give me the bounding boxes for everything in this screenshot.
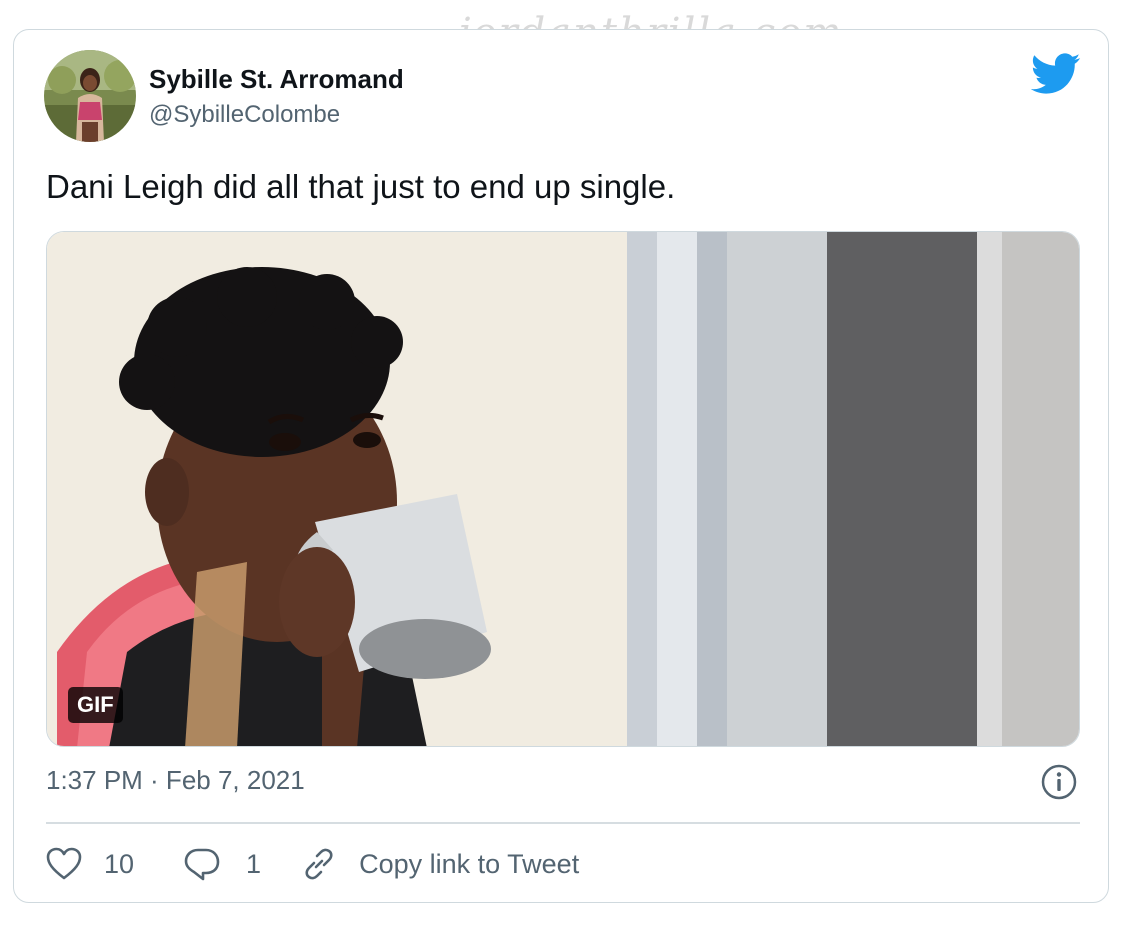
tweet-media-gif[interactable]: GIF — [46, 231, 1080, 747]
reply-button[interactable]: 1 — [184, 847, 261, 881]
info-icon[interactable] — [1040, 763, 1078, 801]
like-button[interactable]: 10 — [46, 847, 134, 881]
divider — [46, 822, 1080, 824]
copy-link-label: Copy link to Tweet — [359, 848, 580, 879]
reply-count: 1 — [246, 848, 262, 879]
gif-frame — [47, 232, 1079, 746]
avatar[interactable] — [44, 50, 136, 142]
link-icon — [305, 848, 333, 880]
twitter-bird-icon[interactable] — [1031, 53, 1081, 95]
copy-link-button[interactable]: Copy link to Tweet — [301, 846, 579, 882]
tweet-text: Dani Leigh did all that just to end up s… — [46, 168, 676, 205]
tweet-timestamp[interactable]: 1:37 PM · Feb 7, 2021 — [46, 765, 305, 796]
tweet-actions: 10 1 Copy link to Tweet — [46, 844, 579, 884]
gif-badge: GIF — [68, 687, 123, 723]
tweet-card: Sybille St. Arromand @SybilleColombe Dan… — [13, 29, 1109, 903]
author-handle[interactable]: @SybilleColombe — [149, 101, 340, 129]
author-name[interactable]: Sybille St. Arromand — [149, 64, 404, 95]
heart-icon — [46, 847, 82, 880]
reply-bubble-icon — [184, 848, 220, 881]
like-count: 10 — [104, 848, 135, 879]
